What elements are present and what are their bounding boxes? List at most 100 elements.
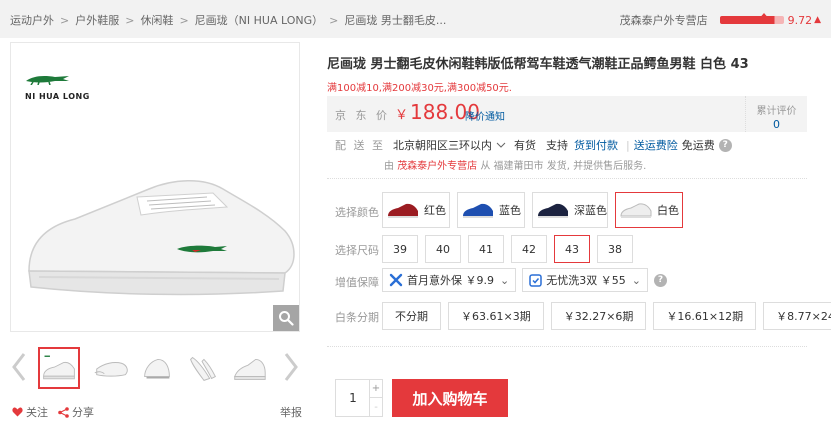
- zoom-button[interactable]: [273, 305, 299, 331]
- service-label: 增值保障: [335, 276, 379, 289]
- shield-icon: [529, 273, 542, 287]
- installment-option[interactable]: ￥63.61×3期: [448, 302, 544, 330]
- thumbnail-image[interactable]: [228, 347, 270, 389]
- help-icon[interactable]: ?: [718, 138, 732, 152]
- follow-label: 关注: [26, 406, 48, 419]
- color-option-navy[interactable]: 深蓝色: [532, 192, 608, 228]
- promo-text: 满100减10,满200减30元,满300减50元.: [327, 83, 512, 94]
- help-icon[interactable]: ?: [653, 273, 667, 287]
- review-summary[interactable]: 累计评价 0: [745, 96, 807, 132]
- breadcrumb-item[interactable]: 运动户外: [10, 14, 54, 27]
- breadcrumb-separator: >: [179, 14, 189, 27]
- free-shipping-label: 免运费: [681, 139, 715, 152]
- shoe-image: [28, 180, 295, 296]
- color-option-label: 深蓝色: [574, 204, 607, 217]
- chevron-down-icon: ⌄: [500, 273, 510, 287]
- thumbnail-image[interactable]: [38, 347, 80, 389]
- size-option[interactable]: 39: [382, 235, 418, 263]
- currency-symbol: ￥: [395, 108, 409, 123]
- product-title: 尼画珑 男士翻毛皮休闲鞋韩版低帮驾车鞋透气潮鞋正品鳄鱼男鞋 白色 43: [327, 57, 749, 72]
- review-count: 0: [773, 118, 780, 131]
- shoe-swatch-white: [620, 203, 652, 218]
- delivery-row: 配 送 至 北京朝阳区三环以内 有货 支持 货到付款 | 送运费险 免运费 ?: [335, 137, 732, 153]
- breadcrumb-item[interactable]: 户外鞋服: [75, 14, 119, 27]
- size-options: 39 40 41 42 43 38: [382, 235, 640, 263]
- breadcrumb-current: 尼画珑 男士翻毛皮...: [344, 14, 447, 27]
- thumbnail-image[interactable]: [90, 347, 132, 389]
- quantity-input[interactable]: 1: [336, 380, 370, 416]
- size-option[interactable]: 42: [511, 235, 547, 263]
- quantity-decrease-button[interactable]: -: [369, 398, 382, 416]
- follow-button[interactable]: 关注: [12, 404, 48, 420]
- divider: |: [626, 138, 630, 152]
- shop-score: 9.72: [787, 13, 813, 27]
- quantity-increase-button[interactable]: +: [369, 380, 382, 398]
- breadcrumb-separator: >: [60, 14, 70, 27]
- thumbnail-image[interactable]: [182, 347, 224, 389]
- size-label: 选择尺码: [335, 244, 379, 257]
- shoe-swatch-red: [388, 203, 418, 218]
- installment-option[interactable]: 不分期: [382, 302, 441, 330]
- breadcrumb-bar: 运动户外 > 户外鞋服 > 休闲鞋 > 尼画珑（NI HUA LONG） > 尼画珑 男士翻毛皮…: [0, 0, 831, 38]
- installment-option[interactable]: ￥8.77×24期: [763, 302, 831, 330]
- washing-service-select[interactable]: 无忧洗3双 ￥55 ⌄: [522, 268, 648, 292]
- installment-label: 白条分期: [335, 311, 379, 324]
- price-label: 京 东 价: [335, 109, 390, 122]
- stock-status: 有货: [514, 139, 536, 152]
- size-option[interactable]: 41: [468, 235, 504, 263]
- service-option-label: 首月意外保 ￥9.9: [407, 274, 494, 287]
- report-link[interactable]: 举报: [280, 404, 302, 420]
- review-label: 累计评价: [756, 106, 797, 117]
- color-option-blue[interactable]: 蓝色: [457, 192, 525, 228]
- delivery-location-select[interactable]: 北京朝阳区三环以内: [393, 137, 492, 153]
- brand-mark: NI HUA LONG: [25, 73, 90, 101]
- breadcrumb: 运动户外 > 户外鞋服 > 休闲鞋 > 尼画珑（NI HUA LONG） > 尼画珑 男士翻毛皮…: [10, 12, 446, 28]
- installment-option[interactable]: ￥32.27×6期: [550, 302, 647, 330]
- size-option[interactable]: 38: [597, 235, 633, 263]
- installment-options: 不分期 ￥63.61×3期 ￥32.27×6期 ￥16.61×12期 ￥8.77…: [382, 302, 831, 330]
- shipping-note: 由 茂森泰户外专营店 从 福建莆田市 发货, 并提供售后服务.: [384, 157, 646, 172]
- section-divider: [327, 178, 807, 179]
- add-to-cart-button[interactable]: 加入购物车: [392, 379, 508, 417]
- size-option-selected[interactable]: 43: [554, 235, 590, 263]
- shoe-thumbnail: [43, 355, 75, 380]
- section-divider: [327, 346, 807, 347]
- thumbnail-strip: [10, 345, 300, 391]
- chevron-down-icon: ⌄: [631, 273, 641, 287]
- score-up-arrow-icon: ▲: [814, 15, 821, 25]
- shoe-swatch-blue: [463, 203, 493, 218]
- installment-option[interactable]: ￥16.61×12期: [653, 302, 757, 330]
- share-label: 分享: [72, 406, 94, 419]
- share-icon: [58, 406, 69, 418]
- color-option-label: 红色: [424, 204, 446, 217]
- chevron-down-icon[interactable]: [496, 142, 506, 148]
- color-option-red[interactable]: 红色: [382, 192, 450, 228]
- delivery-label: 配 送 至: [335, 139, 385, 152]
- ship-note-shop-link[interactable]: 茂森泰户外专营店: [397, 161, 477, 172]
- shoe-swatch-navy: [538, 203, 568, 218]
- brand-text: NI HUA LONG: [25, 92, 90, 101]
- color-option-label: 蓝色: [499, 204, 521, 217]
- color-option-white[interactable]: 白色: [615, 192, 683, 228]
- color-label: 选择颜色: [335, 206, 379, 219]
- main-product-image[interactable]: NI HUA LONG: [10, 42, 300, 332]
- breadcrumb-item[interactable]: 尼画珑（NI HUA LONG）: [195, 14, 323, 27]
- shipping-insurance-link[interactable]: 送运费险: [634, 137, 678, 153]
- shop-name-link[interactable]: 茂森泰户外专营店: [620, 12, 708, 28]
- thumbnail-image[interactable]: [136, 347, 178, 389]
- service-options: 首月意外保 ￥9.9 ⌄ 无忧洗3双 ￥55 ⌄ ?: [382, 268, 667, 292]
- size-option[interactable]: 40: [425, 235, 461, 263]
- cod-link[interactable]: 货到付款: [574, 137, 618, 153]
- color-options: 红色 蓝色 深蓝色 白色: [382, 192, 690, 228]
- wrench-cross-icon: [389, 273, 403, 287]
- chevron-left-icon[interactable]: [10, 351, 28, 383]
- breadcrumb-item[interactable]: 休闲鞋: [140, 14, 173, 27]
- ship-note-prefix: 由: [384, 161, 394, 172]
- breadcrumb-separator: >: [125, 14, 135, 27]
- share-button[interactable]: 分享: [58, 404, 94, 420]
- accident-insurance-select[interactable]: 首月意外保 ￥9.9 ⌄: [382, 268, 517, 292]
- shoe-thumbnail: [144, 358, 170, 379]
- price-notify-link[interactable]: 降价通知: [465, 108, 505, 123]
- price-box: 京 东 价 ￥ 188.00 降价通知 累计评价 0: [327, 96, 807, 132]
- chevron-right-icon[interactable]: [282, 351, 300, 383]
